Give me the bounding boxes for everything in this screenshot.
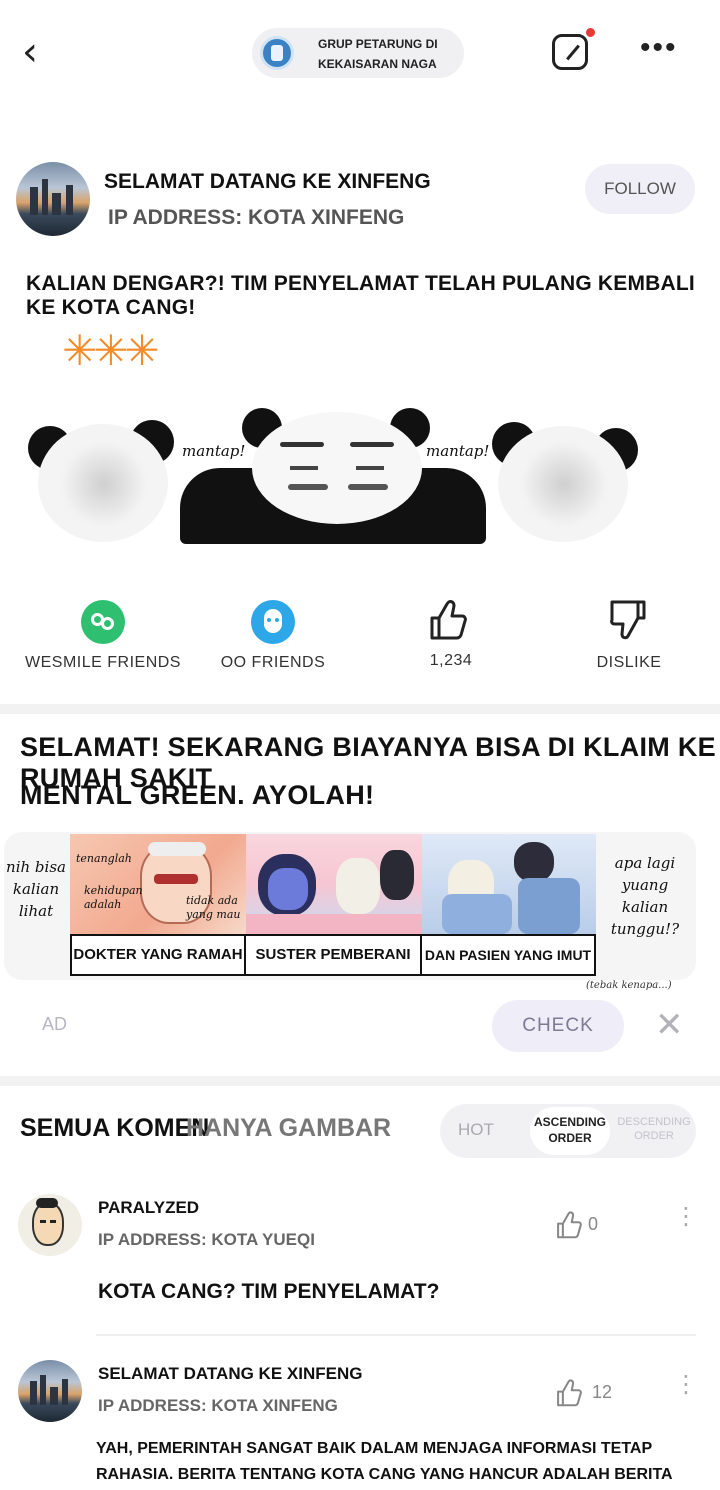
top-bar: ‹ GRUP PETARUNG DI KEKAISARAN NAGA ••• (0, 0, 720, 110)
meme-caption-left: mantap! (182, 442, 246, 460)
comment-menu-icon[interactable]: ⋮ (674, 1373, 698, 1397)
comment-like-count: 0 (588, 1214, 599, 1234)
comic-caption-1: DOKTER YANG RAMAH (70, 934, 246, 976)
oo-icon (251, 600, 295, 644)
group-chip[interactable]: GRUP PETARUNG DI KEKAISARAN NAGA (252, 28, 464, 78)
sort-hot[interactable]: HOT (458, 1120, 494, 1140)
post-author-ip: IP ADDRESS: KOTA XINFENG (108, 206, 405, 229)
like-button[interactable]: 1,234 (366, 598, 536, 678)
notification-dot (586, 28, 595, 37)
thumbs-up-icon[interactable] (554, 1210, 584, 1240)
tab-all-comments[interactable]: SEMUA KOMEN (20, 1114, 209, 1143)
author-avatar[interactable] (16, 162, 90, 236)
meme-panel-center: mantap! mantap! (178, 398, 490, 544)
comment-author[interactable]: SELAMAT DATANG KE XINFENG (98, 1364, 362, 1384)
commenter-avatar[interactable] (18, 1194, 82, 1256)
like-count: 1,234 (429, 652, 473, 669)
ad-left-text: nih bisa kalian lihat (6, 858, 66, 920)
post-author-name[interactable]: SELAMAT DATANG KE XINFENG (104, 170, 431, 194)
meme-panel-right (490, 398, 640, 544)
group-logo-icon (260, 36, 294, 70)
meme-caption-right: mantap! (426, 442, 490, 460)
post-text: KALIAN DENGAR?! TIM PENYELAMAT TELAH PUL… (26, 272, 695, 319)
thumbs-up-icon (430, 600, 467, 640)
thumbs-up-icon[interactable] (554, 1378, 584, 1408)
more-options-icon[interactable]: ••• (640, 33, 682, 63)
comment-like-count: 12 (592, 1382, 613, 1402)
close-ad-icon[interactable]: ✕ (655, 1008, 689, 1042)
ad-footnote: (tebak kenapa...) (586, 980, 672, 991)
ad-right-text: apa lagi yuang kalian tunggu!? (610, 854, 680, 938)
comic-panel-patient (422, 834, 596, 934)
comic-panel-doctor: tenanglah kehidupan adalah tidak ada yang … (70, 834, 246, 934)
comic-caption-2: SUSTER PEMBERANI (246, 934, 422, 976)
comic-caption-3: DAN PASIEN YANG IMUT (422, 934, 596, 976)
wesmile-label: WESMILE FRIENDS (25, 654, 181, 671)
sort-ascending[interactable]: ASCENDING ORDER (530, 1107, 610, 1155)
sort-descending[interactable]: DESCENDING ORDER (612, 1115, 696, 1143)
section-divider (0, 1076, 720, 1086)
commenter-avatar[interactable] (18, 1360, 82, 1422)
comment-text: KOTA CANG? TIM PENYELAMAT? (98, 1280, 440, 1303)
wesmile-friends-button[interactable]: WESMILE FRIENDS (18, 598, 188, 678)
oo-friends-button[interactable]: OO FRIENDS (188, 598, 358, 678)
follow-button[interactable]: FOLLOW (585, 164, 695, 214)
dislike-button[interactable]: DISLIKE (544, 598, 714, 678)
comment-author[interactable]: PARALYZED (98, 1198, 199, 1218)
wesmile-icon (81, 600, 125, 644)
sort-toggle: HOT ASCENDING ORDER DESCENDING ORDER (440, 1104, 696, 1158)
comment-menu-icon[interactable]: ⋮ (674, 1205, 698, 1229)
comment-ip: IP ADDRESS: KOTA XINFENG (98, 1396, 338, 1415)
comment-ip: IP ADDRESS: KOTA YUEQI (98, 1230, 315, 1249)
tab-images-only[interactable]: HANYA GAMBAR (186, 1114, 391, 1143)
ad-title-line2[interactable]: MENTAL GREEN. AYOLAH! (20, 780, 374, 811)
section-divider (0, 704, 720, 714)
sparks-emoji: ✳✳✳ (62, 327, 160, 374)
comic-panel-nurse (246, 834, 422, 934)
ad-tag: AD (42, 1014, 68, 1034)
edit-icon[interactable] (552, 34, 588, 70)
comment-separator (96, 1334, 696, 1336)
back-button[interactable]: ‹ (22, 30, 62, 74)
meme-panel-left (26, 398, 176, 544)
check-button[interactable]: CHECK (492, 1000, 624, 1052)
oo-friends-label: OO FRIENDS (220, 654, 326, 671)
group-name: GRUP PETARUNG DI KEKAISARAN NAGA (318, 37, 438, 71)
comment-text: YAH, PEMERINTAH SANGAT BAIK DALAM MENJAG… (96, 1440, 673, 1483)
dislike-label: DISLIKE (596, 654, 662, 671)
thumbs-down-icon (610, 600, 646, 640)
